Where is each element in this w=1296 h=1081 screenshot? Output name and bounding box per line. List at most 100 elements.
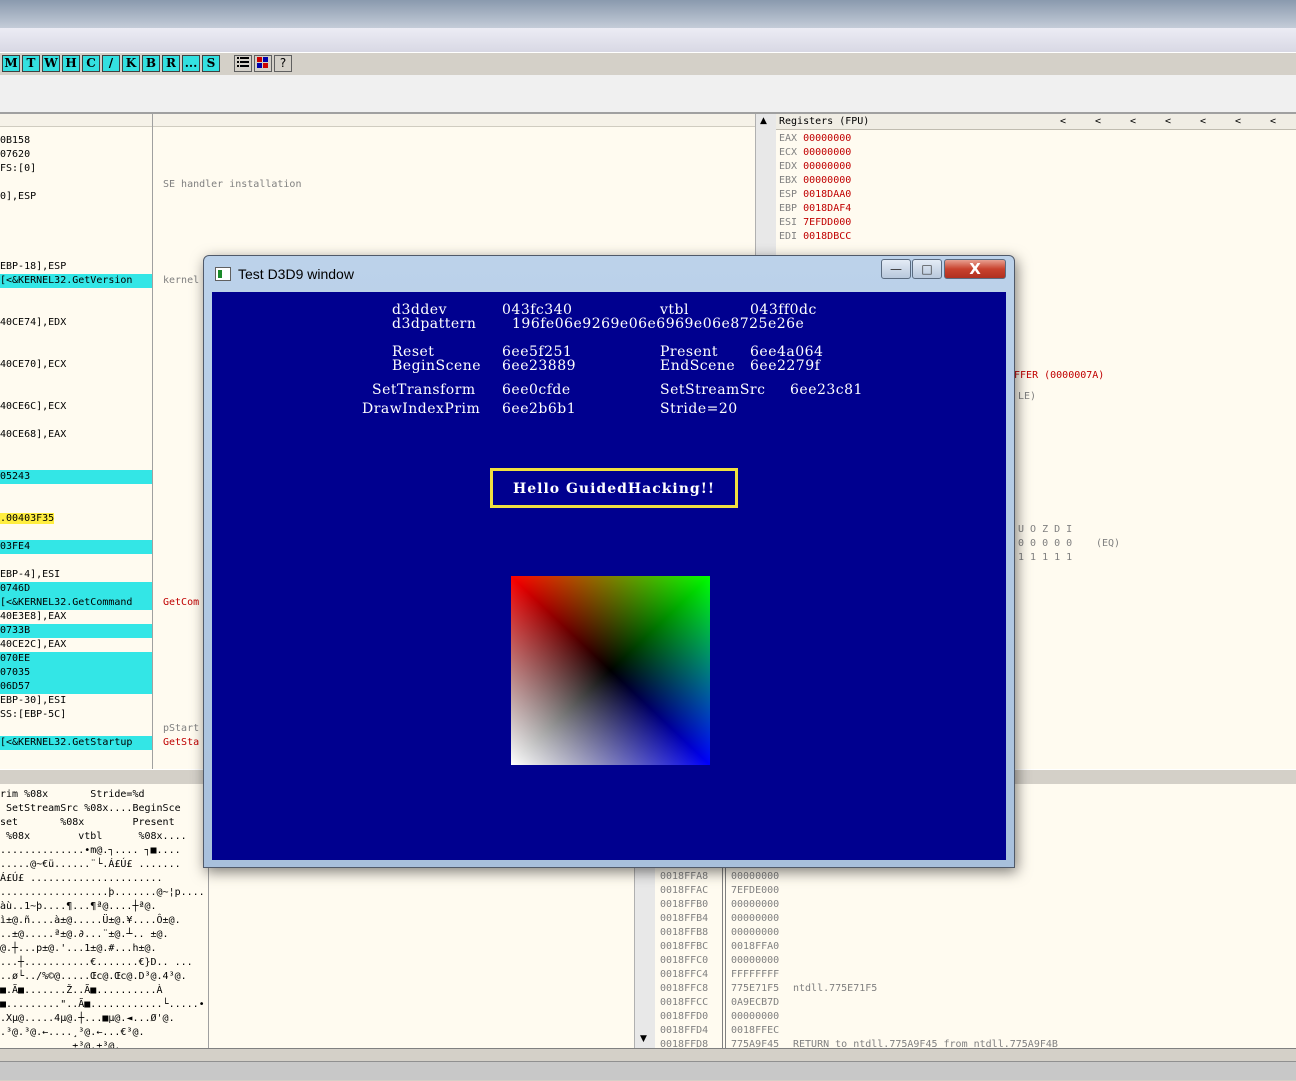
app-icon[interactable] [215,267,231,281]
disassembly-line[interactable]: 40CE2C],EAX [0,638,66,652]
stack-address[interactable]: 0018FFC4 [660,968,708,982]
register-scroll-arrow[interactable]: < [1270,115,1276,129]
register-scroll-arrow[interactable]: < [1235,115,1241,129]
disassembly-line[interactable]: 05243 [0,470,152,484]
stack-address[interactable]: 0018FFD8 [660,1038,708,1048]
dump-line[interactable]: @.┼...p±@.'...1±@.#...h±@. [0,942,157,956]
scroll-down-icon[interactable]: ▼ [640,1034,647,1044]
stack-value[interactable]: 00000000 [731,1010,779,1024]
dump-line[interactable]: ■........."..Ã■............└.....• [0,998,205,1012]
d3d9-window[interactable]: Test D3D9 window — □ X d3ddev 043fc340 v… [203,255,1015,868]
stack-address[interactable]: 0018FFB8 [660,926,708,940]
disassembly-line[interactable]: 03FE4 [0,540,152,554]
disassembly-line[interactable]: 40CE6C],ECX [0,400,66,414]
stack-value[interactable]: 0018FFEC [731,1024,779,1038]
stack-address[interactable]: 0018FFAC [660,884,708,898]
dump-line[interactable]: ..................þ.......@~¦p.... [0,886,205,900]
register-scroll-arrow[interactable]: < [1095,115,1101,129]
register-row[interactable]: EBX 00000000 [779,174,851,188]
dump-line[interactable]: SetStreamSrc %08x....BeginSce [0,802,181,816]
dump-line[interactable]: ±³@.±³@. [0,1040,120,1048]
register-value[interactable]: 00000000 [803,133,851,144]
stack-value[interactable]: 0A9ECB7D [731,996,779,1010]
stack-value[interactable]: 00000000 [731,954,779,968]
d3d-render-area[interactable]: d3ddev 043fc340 vtbl 043ff0dc d3dpattern… [212,292,1006,860]
stack-value[interactable]: 775A9F45 [731,1038,779,1048]
help-icon[interactable]: ? [274,55,292,72]
disassembly-line[interactable]: EBP-18],ESP [0,260,66,274]
stack-address[interactable]: 0018FFD4 [660,1024,708,1038]
stack-address[interactable]: 0018FFC0 [660,954,708,968]
stack-address[interactable]: 0018FFB0 [660,898,708,912]
dump-line[interactable]: rim %08x Stride=%d [0,788,145,802]
scroll-up-icon[interactable]: ▲ [760,116,767,126]
disassembly-line[interactable]: 06D57 [0,680,152,694]
stack-value[interactable]: 00000000 [731,898,779,912]
toolbar-button-t[interactable]: T [22,55,40,72]
disassembly-line[interactable]: 0],ESP [0,190,36,204]
stack-address[interactable]: 0018FFA8 [660,870,708,884]
dump-line[interactable]: ..ø└../%©@.....Œc@.Œc@.D³@.4³@. [0,970,187,984]
list-icon[interactable] [234,55,252,72]
toolbar-button-w[interactable]: W [42,55,60,72]
disassembly-line[interactable]: [<&KERNEL32.GetStartup [0,736,152,750]
disassembly-line[interactable]: 07620 [0,148,30,162]
register-value[interactable]: 7EFDD000 [803,217,851,228]
stack-value[interactable]: FFFFFFFF [731,968,779,982]
register-scroll-arrow[interactable]: < [1060,115,1066,129]
stack-address[interactable]: 0018FFC8 [660,982,708,996]
stack-value[interactable]: 00000000 [731,912,779,926]
register-scroll-arrow[interactable]: < [1165,115,1171,129]
register-value[interactable]: 0018DAA0 [803,189,851,200]
stack-value[interactable]: 0018FFA0 [731,940,779,954]
dump-line[interactable]: Á£Ú£ ...................... [0,872,163,886]
disassembly-line[interactable]: EBP-30],ESI [0,694,66,708]
close-button[interactable]: X [944,259,1006,279]
register-scroll-arrow[interactable]: < [1200,115,1206,129]
maximize-button[interactable]: □ [912,259,942,279]
toolbar-button-b[interactable]: B [142,55,160,72]
register-row[interactable]: EDI 0018DBCC [779,230,851,244]
stack-address[interactable]: 0018FFD0 [660,1010,708,1024]
disassembly-line[interactable]: EBP-4],ESI [0,568,60,582]
register-row[interactable]: ECX 00000000 [779,146,851,160]
stack-value[interactable]: 00000000 [731,870,779,884]
cpu-column-divider[interactable] [152,114,153,769]
disassembly-line[interactable]: 0733B [0,624,152,638]
disassembly-line[interactable]: 40CE74],EDX [0,316,66,330]
register-value[interactable]: 00000000 [803,161,851,172]
stack-value[interactable]: 7EFDE000 [731,884,779,898]
disassembly-line[interactable]: 40CE70],ECX [0,358,66,372]
grid-icon[interactable] [254,55,272,72]
disassembly-line[interactable]: SS:[EBP-5C] [0,708,66,722]
register-row[interactable]: EAX 00000000 [779,132,851,146]
dump-line[interactable]: %08x vtbl %08x.... [0,830,187,844]
register-row[interactable]: EDX 00000000 [779,160,851,174]
dump-line[interactable]: .Xµ@.....4µ@.┼...■µ@.◄...Ø'@. [0,1012,175,1026]
disassembly-line[interactable]: [<&KERNEL32.GetCommand [0,596,152,610]
register-row[interactable]: ESP 0018DAA0 [779,188,851,202]
stack-address[interactable]: 0018FFBC [660,940,708,954]
toolbar-button-c[interactable]: C [82,55,100,72]
disassembly-line[interactable]: [<&KERNEL32.GetVersion [0,274,152,288]
disassembly-line[interactable]: 0B158 [0,134,30,148]
dump-line[interactable]: .....@~€ü......¨└.Á£Ú£ ....... [0,858,181,872]
stack-value[interactable]: 00000000 [731,926,779,940]
toolbar-button-ellipsis[interactable]: ... [182,55,200,72]
register-scroll-arrow[interactable]: < [1130,115,1136,129]
dump-line[interactable]: àù..1~þ....¶...¶ª@....┼ª@. [0,900,157,914]
stack-address[interactable]: 0018FFB4 [660,912,708,926]
dump-line[interactable]: ■.Ã■.......Ž..Ã■..........À [0,984,163,998]
memory-dump-pane[interactable]: rim %08x Stride=%d SetStreamSrc %08x....… [0,784,209,1048]
stack-value[interactable]: 775E71F5 [731,982,779,996]
disassembly-line[interactable]: 40CE68],EAX [0,428,66,442]
disassembly-line[interactable]: 070EE [0,652,152,666]
dump-line[interactable]: ...┼...........€.......€}D.. ... [0,956,193,970]
register-value[interactable]: 00000000 [803,175,851,186]
toolbar-button-s[interactable]: S [202,55,220,72]
dump-line[interactable]: set %08x Present [0,816,175,830]
dump-line[interactable]: ..±@.....ª±@.∂...¨±@.┴.. ±@. [0,928,169,942]
toolbar-button-r[interactable]: R [162,55,180,72]
register-row[interactable]: EBP 0018DAF4 [779,202,851,216]
disassembly-line[interactable]: FS:[0] [0,162,36,176]
